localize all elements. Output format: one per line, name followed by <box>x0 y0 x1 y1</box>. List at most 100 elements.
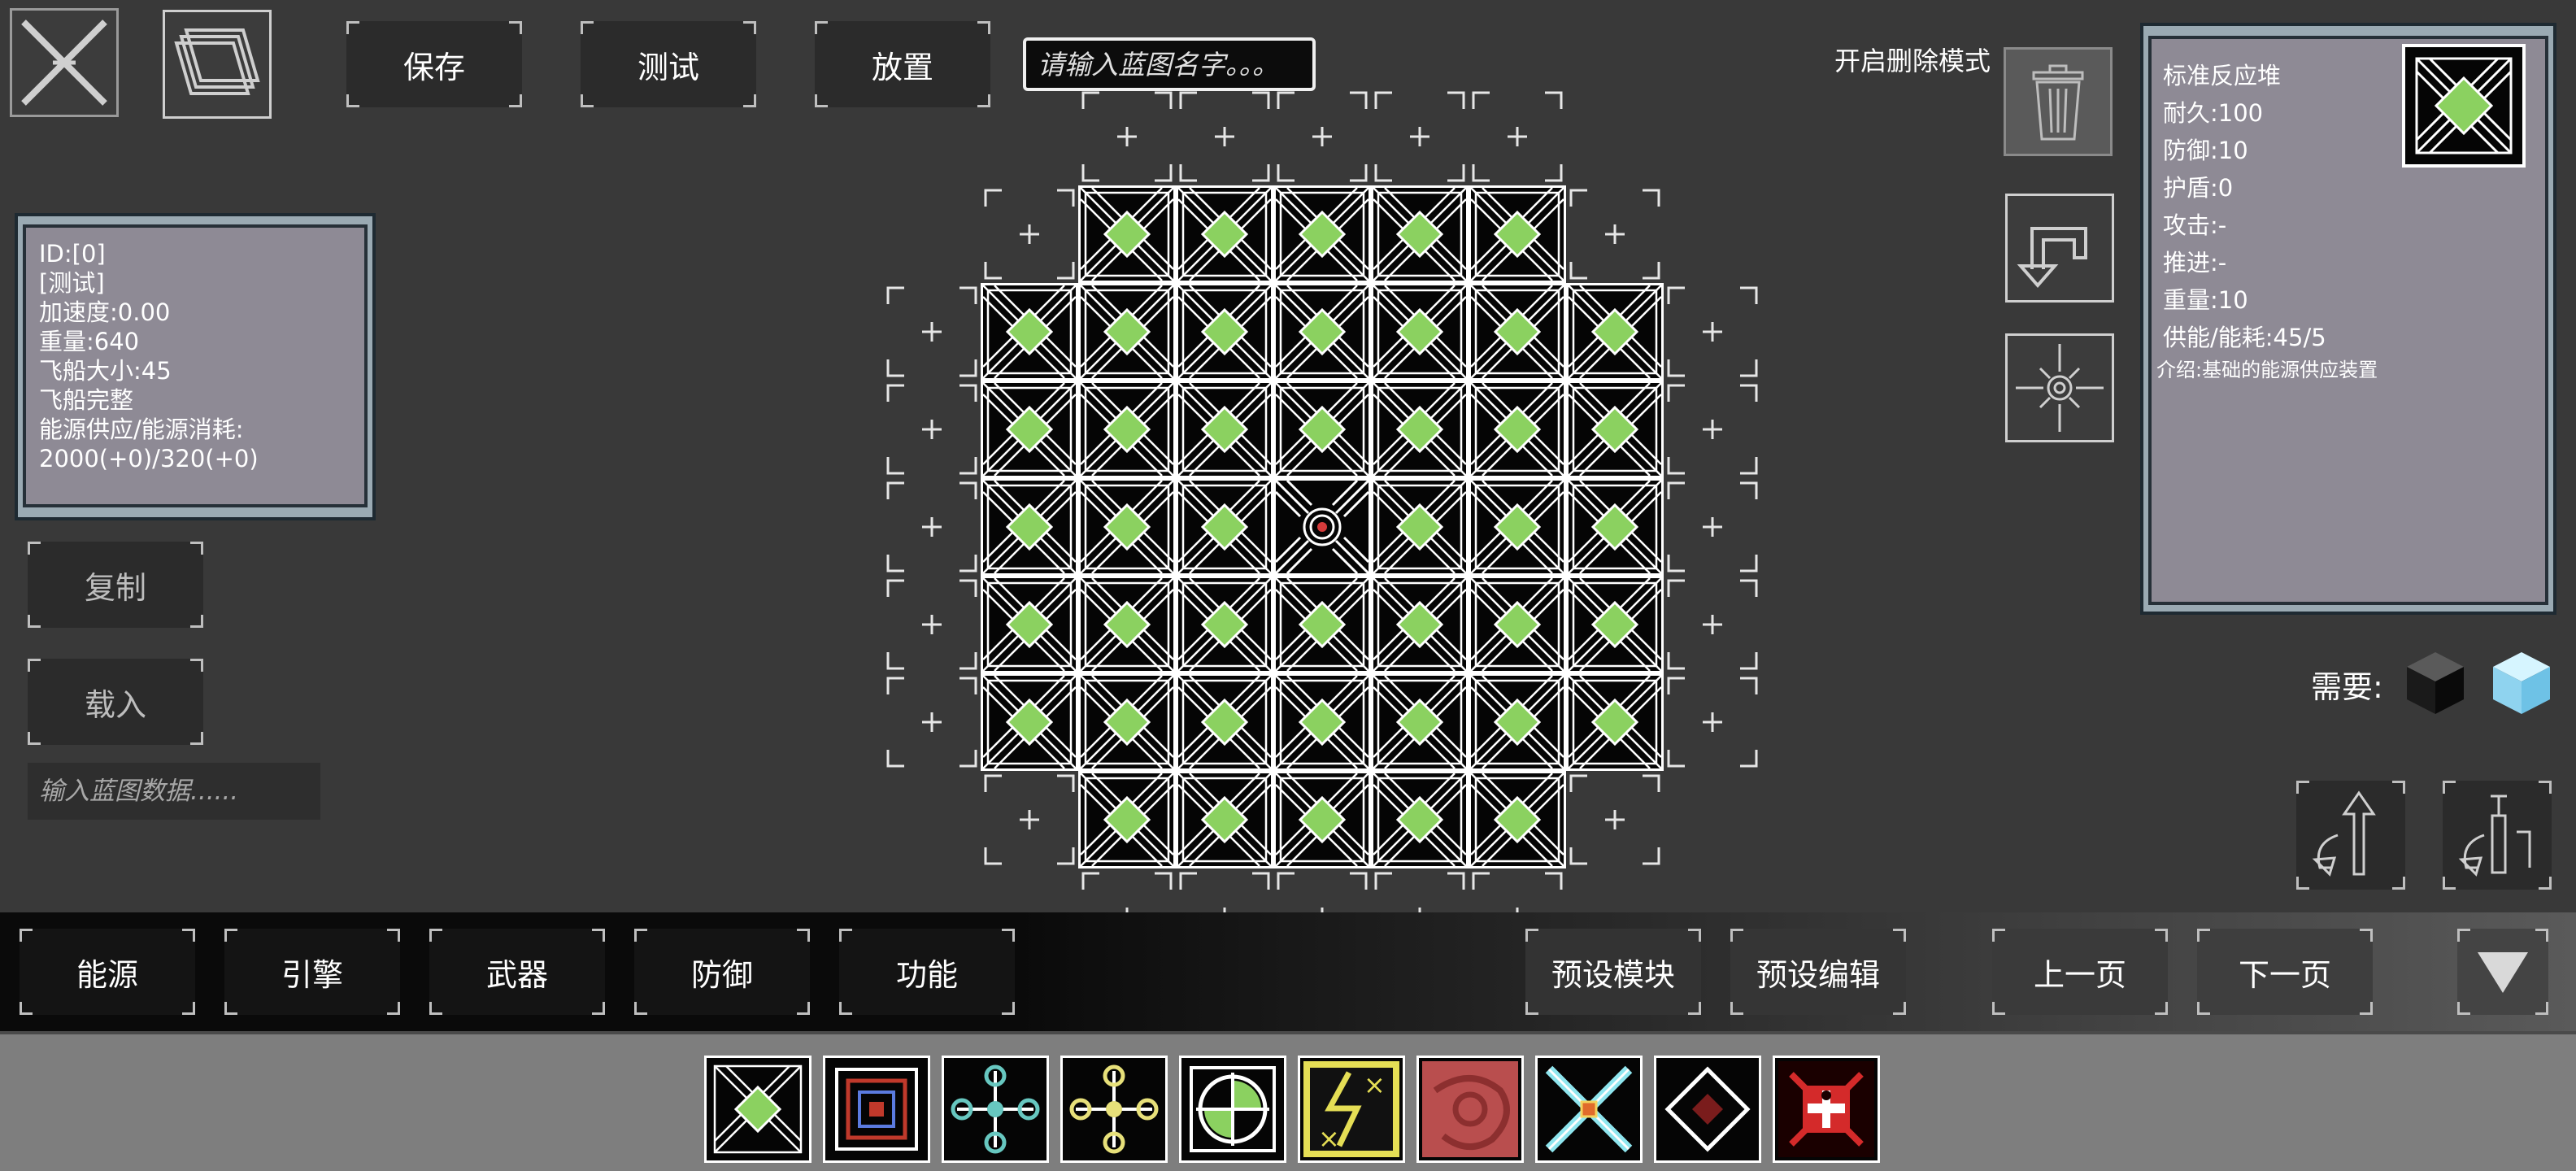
collapse-button[interactable] <box>2457 929 2548 1015</box>
close-x-icon[interactable] <box>10 8 119 117</box>
reactor-module[interactable] <box>1078 185 1176 283</box>
palette-yellow-cross-module-slot[interactable] <box>1060 1056 1168 1163</box>
reactor-module[interactable] <box>1371 283 1469 381</box>
reactor-module[interactable] <box>1078 283 1176 381</box>
module-info-panel: 标准反应堆 耐久:100 防御:10 护盾:0 攻击:- 推进:- 重量:10 … <box>2140 23 2556 615</box>
empty-slot[interactable] <box>1664 673 1761 771</box>
reactor-module[interactable] <box>1078 673 1176 771</box>
reactor-module[interactable] <box>1078 478 1176 576</box>
palette-green-circle-module-slot[interactable] <box>1179 1056 1286 1163</box>
next-page-button[interactable]: 下一页 <box>2197 929 2373 1015</box>
reactor-module[interactable] <box>1371 771 1469 868</box>
reactor-module[interactable] <box>1566 673 1664 771</box>
reactor-module[interactable] <box>1469 673 1566 771</box>
layers-icon[interactable] <box>163 10 272 119</box>
reactor-module[interactable] <box>1176 185 1273 283</box>
reactor-module[interactable] <box>1371 185 1469 283</box>
reactor-module[interactable] <box>1469 381 1566 478</box>
reactor-module[interactable] <box>1273 771 1371 868</box>
palette-red-diamond-module-slot[interactable] <box>1654 1056 1761 1163</box>
reactor-module[interactable] <box>1566 478 1664 576</box>
reactor-module[interactable] <box>1078 381 1176 478</box>
reactor-module[interactable] <box>1176 381 1273 478</box>
undo-icon[interactable] <box>2005 194 2114 303</box>
empty-slot[interactable] <box>883 673 981 771</box>
reactor-module[interactable] <box>1273 283 1371 381</box>
reactor-module[interactable] <box>1469 283 1566 381</box>
reactor-module[interactable] <box>1469 771 1566 868</box>
category-weapon-tab[interactable]: 武器 <box>429 929 605 1015</box>
reactor-module[interactable] <box>1371 673 1469 771</box>
category-energy-tab[interactable]: 能源 <box>20 929 195 1015</box>
empty-slot[interactable] <box>1273 88 1371 185</box>
category-function-tab[interactable]: 功能 <box>839 929 1015 1015</box>
empty-slot[interactable] <box>981 771 1078 868</box>
preset-edit-button[interactable]: 预设编辑 <box>1730 929 1906 1015</box>
reactor-module[interactable] <box>1176 673 1273 771</box>
palette-cyan-x-module-slot[interactable] <box>1535 1056 1643 1163</box>
reactor-module[interactable] <box>1566 381 1664 478</box>
empty-slot[interactable] <box>883 478 981 576</box>
trash-icon[interactable] <box>2004 47 2113 156</box>
reactor-module[interactable] <box>981 478 1078 576</box>
reactor-module[interactable] <box>1273 673 1371 771</box>
reactor-module[interactable] <box>1176 576 1273 673</box>
empty-slot[interactable] <box>1371 88 1469 185</box>
reactor-module[interactable] <box>981 381 1078 478</box>
category-engine-tab[interactable]: 引擎 <box>224 929 400 1015</box>
copy-button[interactable]: 复制 <box>28 542 203 628</box>
reactor-module[interactable] <box>981 576 1078 673</box>
empty-slot[interactable] <box>1664 576 1761 673</box>
load-button[interactable]: 载入 <box>28 659 203 745</box>
reactor-module[interactable] <box>1371 576 1469 673</box>
empty-slot[interactable] <box>1664 283 1761 381</box>
blueprint-name-input[interactable] <box>1023 37 1316 91</box>
preset-module-button[interactable]: 预设模块 <box>1525 929 1701 1015</box>
reactor-module[interactable] <box>981 673 1078 771</box>
reactor-module[interactable] <box>1469 478 1566 576</box>
palette-yellow-lightning-module-slot[interactable]: × × <box>1298 1056 1405 1163</box>
rotate-left-button[interactable] <box>2296 781 2405 890</box>
place-button[interactable]: 放置 <box>815 21 990 107</box>
palette-red-skull-module-slot[interactable] <box>1773 1056 1880 1163</box>
empty-slot[interactable] <box>1078 88 1176 185</box>
reactor-module[interactable] <box>1469 185 1566 283</box>
empty-slot[interactable] <box>1176 88 1273 185</box>
reactor-module[interactable] <box>1469 576 1566 673</box>
reactor-module[interactable] <box>1176 283 1273 381</box>
test-button[interactable]: 测试 <box>581 21 756 107</box>
empty-slot[interactable] <box>883 576 981 673</box>
empty-slot[interactable] <box>1664 478 1761 576</box>
reactor-module[interactable] <box>1566 283 1664 381</box>
reactor-module[interactable] <box>1078 576 1176 673</box>
palette-red-blue-square-module-slot[interactable] <box>823 1056 930 1163</box>
empty-slot[interactable] <box>1664 381 1761 478</box>
empty-slot[interactable] <box>1566 771 1664 868</box>
empty-slot[interactable] <box>883 283 981 381</box>
reactor-module[interactable] <box>1176 771 1273 868</box>
palette-teal-cross-module-slot[interactable] <box>942 1056 1049 1163</box>
reactor-module[interactable] <box>981 283 1078 381</box>
palette-standard-reactor-slot[interactable] <box>704 1056 812 1163</box>
reactor-module[interactable] <box>1078 771 1176 868</box>
empty-slot[interactable] <box>883 381 981 478</box>
empty-slot[interactable] <box>981 185 1078 283</box>
empty-slot[interactable] <box>1469 88 1566 185</box>
target-center-icon[interactable] <box>2005 333 2114 442</box>
reactor-module[interactable] <box>1273 381 1371 478</box>
palette-red-pattern-module-slot[interactable] <box>1416 1056 1524 1163</box>
blueprint-data-input[interactable] <box>28 763 320 820</box>
reactor-module[interactable] <box>1273 185 1371 283</box>
save-button[interactable]: 保存 <box>346 21 522 107</box>
empty-slot[interactable] <box>1566 185 1664 283</box>
prev-page-button[interactable]: 上一页 <box>1992 929 2168 1015</box>
ship-core-module[interactable] <box>1273 478 1371 576</box>
reactor-module[interactable] <box>1273 576 1371 673</box>
reactor-module[interactable] <box>1566 576 1664 673</box>
reactor-module[interactable] <box>1176 478 1273 576</box>
reactor-module[interactable] <box>1371 478 1469 576</box>
reactor-module[interactable] <box>1371 381 1469 478</box>
category-defense-tab[interactable]: 防御 <box>634 929 810 1015</box>
rotate-right-button[interactable] <box>2443 781 2552 890</box>
triangle-down-icon <box>2478 952 2528 993</box>
